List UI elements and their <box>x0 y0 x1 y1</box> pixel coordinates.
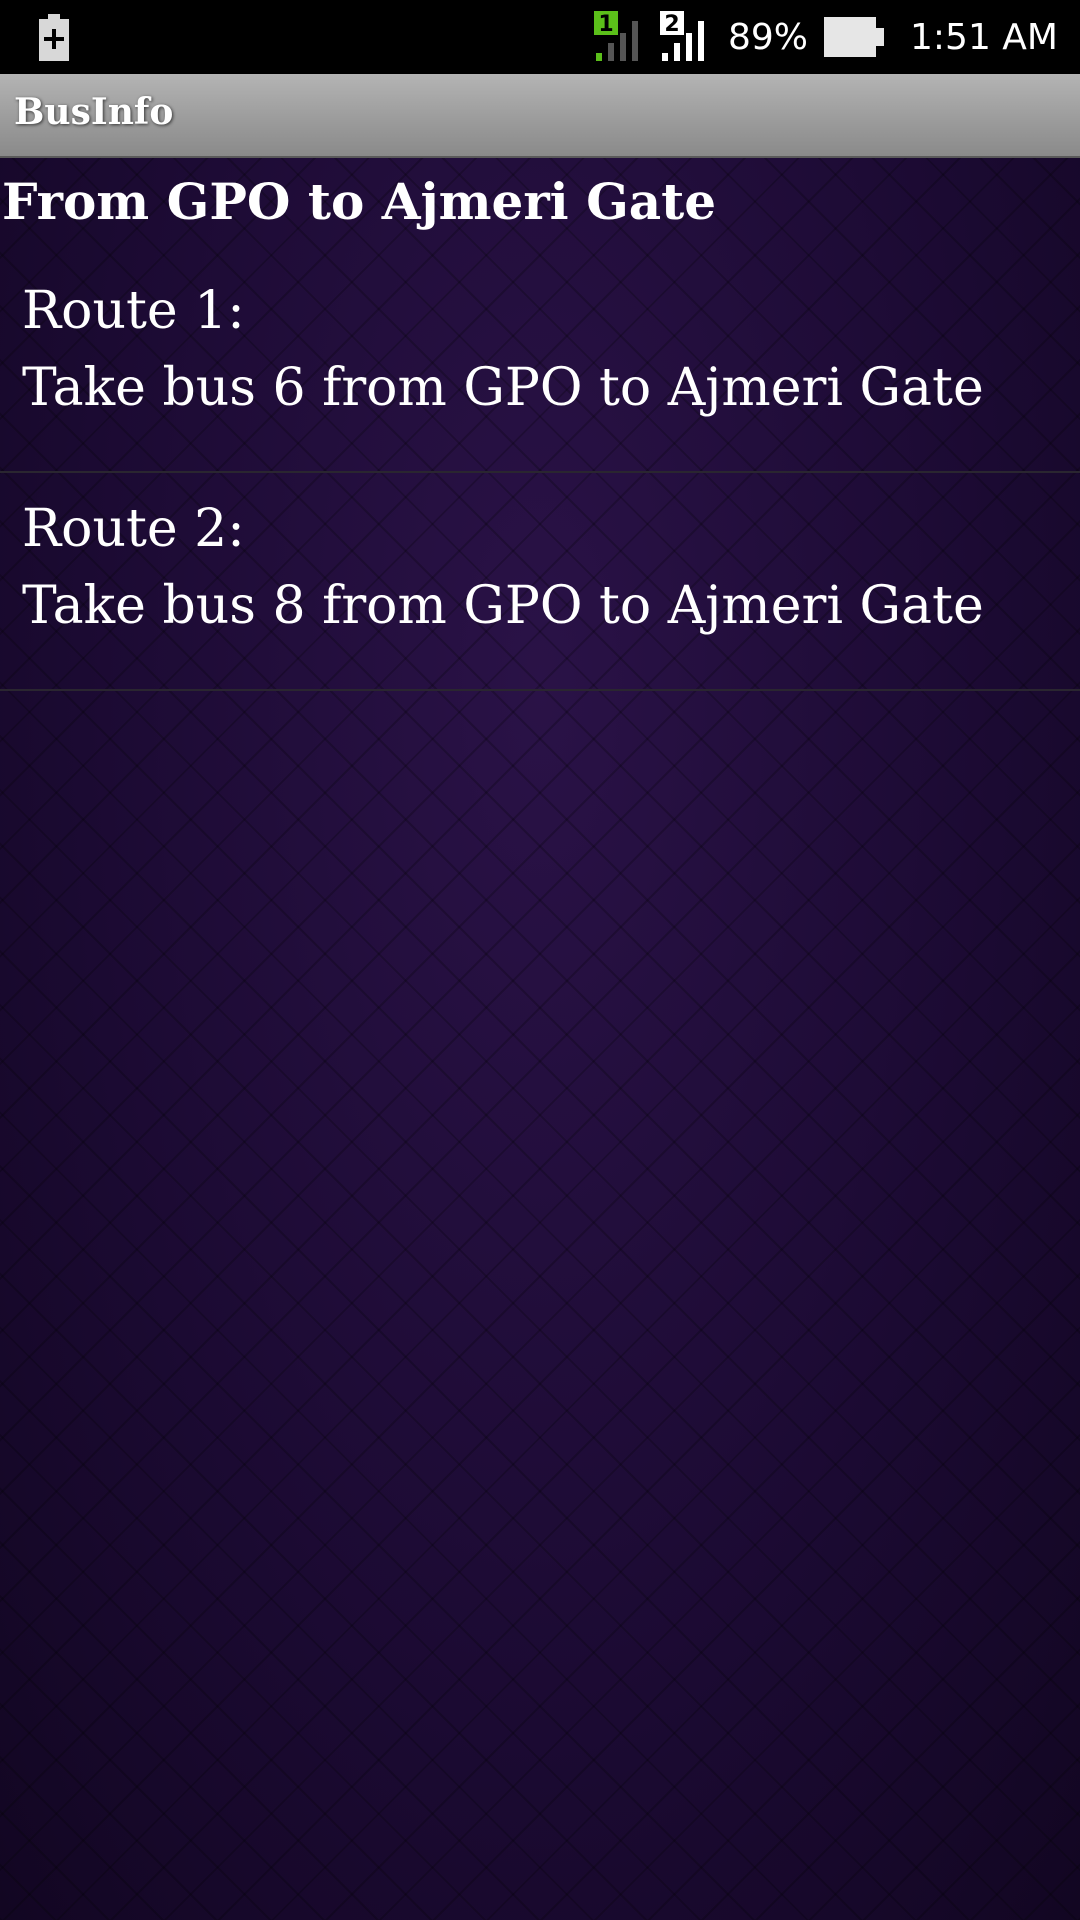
status-icons: 1 2 89% 1:51 AM <box>594 0 1058 74</box>
clock: 1:51 AM <box>910 16 1058 58</box>
sim1-label: 1 <box>598 12 613 37</box>
route-title: Route 1: <box>22 281 245 341</box>
signal-sim1-icon: 1 <box>594 11 638 61</box>
status-bar: 1 2 89% 1:51 AM <box>0 0 1080 74</box>
route-list[interactable]: Route 1: Take bus 6 from GPO to Ajmeri G… <box>0 255 1080 691</box>
battery-percent: 89% <box>728 16 809 58</box>
route-description: Take bus 8 from GPO to Ajmeri Gate <box>22 576 984 636</box>
app-bar: BusInfo <box>0 74 1080 158</box>
main-content[interactable]: From GPO to Ajmeri Gate Route 1: Take bu… <box>0 158 1080 1920</box>
battery-icon <box>824 17 885 57</box>
route-title: Route 2: <box>22 499 245 559</box>
app-title: BusInfo <box>14 91 174 133</box>
signal-sim2-icon: 2 <box>660 11 704 61</box>
battery-charging-icon <box>38 14 70 66</box>
route-item[interactable]: Route 1: Take bus 6 from GPO to Ajmeri G… <box>0 255 1080 473</box>
sim2-label: 2 <box>664 12 679 37</box>
page-heading: From GPO to Ajmeri Gate <box>2 172 717 231</box>
route-item[interactable]: Route 2: Take bus 8 from GPO to Ajmeri G… <box>0 473 1080 691</box>
route-description: Take bus 6 from GPO to Ajmeri Gate <box>22 358 984 418</box>
